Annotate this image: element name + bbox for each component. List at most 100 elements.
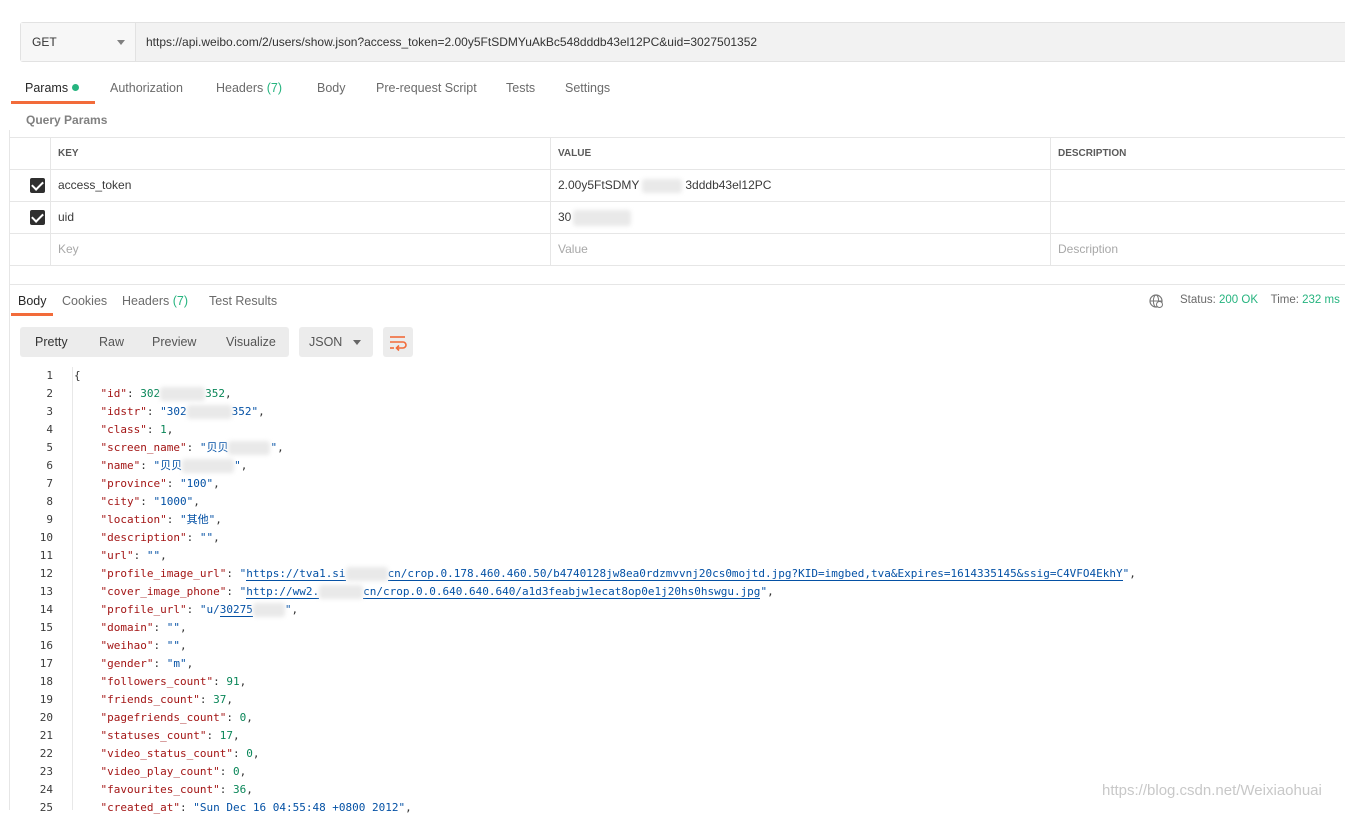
code-content: "favourites_count": 36, [74,781,253,799]
line-number: 21 [39,729,53,742]
json-comma: , [193,495,200,508]
json-value: "302 [160,405,187,418]
json-colon: : [146,405,161,418]
code-content: { [74,367,81,385]
tab-headers[interactable]: Headers (7) [216,76,282,104]
json-colon: : [206,729,220,742]
view-raw-button[interactable]: Raw [99,327,124,357]
code-content: "domain": "", [74,619,187,637]
param-checkbox[interactable] [30,210,45,225]
json-link[interactable]: 30275 [219,603,253,617]
param-key-cell[interactable]: uid [50,202,550,233]
response-tab-test-results[interactable]: Test Results [209,292,277,314]
line-number: 19 [39,693,53,706]
json-comma: , [225,387,232,400]
view-mode-toolbar: Pretty Raw Preview Visualize [20,327,289,357]
json-key: "city" [100,495,141,508]
json-key: "created_at" [100,801,180,814]
code-line: 9 "location": "其他", [0,511,1345,529]
tab-prerequest-script[interactable]: Pre-request Script [376,76,477,104]
url-input[interactable]: https://api.weibo.com/2/users/show.json?… [136,35,757,49]
globe-icon[interactable] [1149,294,1163,308]
json-key: "video_status_count" [100,747,233,760]
json-value: "贝贝 [199,441,229,454]
redacted-blur [573,209,632,226]
code-line: 1{ [0,367,1345,385]
method-select[interactable]: GET [21,23,136,61]
line-number: 10 [39,531,53,544]
param-description-cell[interactable] [1050,202,1345,233]
json-key: "province" [100,477,167,490]
json-link[interactable]: http://ww2. [246,585,320,599]
json-brace: { [74,369,81,382]
code-content: "weihao": "", [74,637,187,655]
json-comma: , [291,603,299,616]
json-key: "location" [100,513,167,526]
response-tab-body[interactable]: Body [18,292,47,314]
time-value[interactable]: 232 ms [1302,294,1340,306]
response-tab-headers[interactable]: Headers (7) [122,292,188,314]
new-value-placeholder[interactable]: Value [550,234,1050,265]
tab-authorization[interactable]: Authorization [110,76,183,104]
pane-divider[interactable] [10,284,1345,285]
chevron-down-icon [117,39,125,45]
json-colon: : [226,585,240,598]
param-key-cell[interactable]: access_token [50,170,550,201]
status-value[interactable]: 200 OK [1219,294,1258,306]
json-comma: , [246,711,253,724]
json-comma: , [246,783,253,796]
view-visualize-button[interactable]: Visualize [226,327,276,357]
json-colon: : [127,387,141,400]
response-body-code[interactable]: 1{2 "id": 302 352, 3 "idstr": "302 352", 4 "… [0,367,1345,817]
code-line: 7 "province": "100", [0,475,1345,493]
param-value-cell[interactable]: 2.00y5FtSDMY 3dddb43el12PC [550,170,1050,201]
code-content: "screen_name": "贝贝 ", [74,439,284,457]
json-key: "pagefriends_count" [100,711,227,724]
wrap-lines-button[interactable] [383,327,413,357]
json-value: "u/ [199,603,220,616]
code-line: 22 "video_status_count": 0, [0,745,1345,763]
json-comma: , [405,801,412,814]
code-content: "url": "", [74,547,167,565]
json-link[interactable]: https://tva1.si [246,567,346,581]
json-value: 1 [160,423,167,436]
tab-tests[interactable]: Tests [506,76,535,104]
tab-body[interactable]: Body [317,76,346,104]
table-header-row: KEY VALUE DESCRIPTION [10,138,1345,170]
row-checkbox-cell [10,202,50,233]
json-key: "profile_url" [100,603,187,616]
new-key-placeholder[interactable]: Key [50,234,550,265]
view-pretty-button[interactable]: Pretty [35,327,68,357]
code-line: 5 "screen_name": "贝贝 ", [0,439,1345,457]
format-select[interactable]: JSON [299,327,373,357]
json-key: "idstr" [100,405,147,418]
json-value: 352 [205,387,225,400]
json-comma: , [240,459,248,472]
request-url-bar: GET https://api.weibo.com/2/users/show.j… [20,22,1345,62]
param-checkbox[interactable] [30,178,45,193]
table-row-new: Key Value Description [10,234,1345,266]
param-description-cell[interactable] [1050,170,1345,201]
code-content: "followers_count": 91, [74,673,247,691]
code-line: 12 "profile_image_url": "https://tva1.si… [0,565,1345,583]
json-link[interactable]: cn/crop.0.0.640.640.640/a1d3feabjw1ecat8… [363,585,761,599]
response-tab-cookies[interactable]: Cookies [62,292,107,314]
new-description-placeholder[interactable]: Description [1050,234,1345,265]
json-link[interactable]: cn/crop.0.178.460.460.50/b4740128jw8ea0r… [387,567,1123,581]
format-label: JSON [309,335,343,349]
json-value: "其他" [179,513,216,526]
line-number: 12 [39,567,53,580]
tab-settings[interactable]: Settings [565,76,610,104]
param-value-cell[interactable]: 30 [550,202,1050,233]
tab-params[interactable]: Params [25,76,80,104]
json-value: "m" [166,657,187,670]
view-preview-button[interactable]: Preview [152,327,196,357]
